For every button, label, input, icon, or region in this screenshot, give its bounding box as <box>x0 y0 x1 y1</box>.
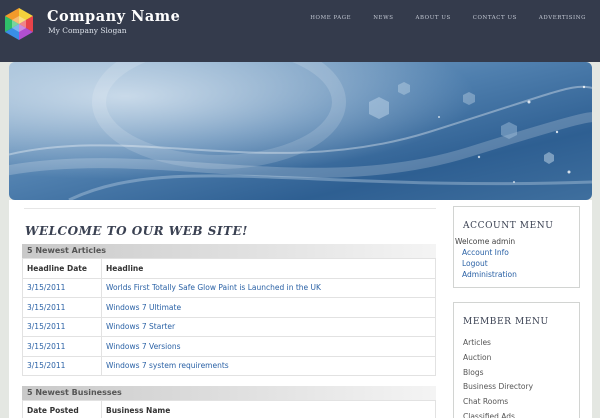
banner-image <box>9 62 592 200</box>
company-name[interactable]: Company Name <box>47 8 180 25</box>
column-header-date-posted: Date Posted <box>22 400 102 418</box>
member-link-classified-ads[interactable]: Classified Ads <box>463 410 533 418</box>
member-menu-title: Member Menu <box>463 317 549 327</box>
article-date[interactable]: 3/15/2011 <box>22 355 102 376</box>
column-header-business-name: Business Name <box>101 400 436 418</box>
articles-section-header: 5 Newest Articles <box>22 244 436 258</box>
table-header-row: Headline Date Headline <box>22 258 436 279</box>
account-links: Account Info Logout Administration <box>462 248 517 280</box>
article-date[interactable]: 3/15/2011 <box>22 297 102 318</box>
company-logo-icon[interactable] <box>3 7 35 41</box>
table-row: 3/15/2011 Windows 7 Ultimate <box>22 297 436 318</box>
main-column: Welcome to our web site! 5 Newest Articl… <box>22 208 436 418</box>
account-menu-title: Account Menu <box>463 221 554 231</box>
nav-news[interactable]: News <box>373 15 393 21</box>
page-title: Welcome to our web site! <box>25 224 248 238</box>
article-headline-link[interactable]: Windows 7 Starter <box>101 316 436 337</box>
member-menu: Member Menu Articles Auction Blogs Busin… <box>453 302 580 418</box>
nav-about-us[interactable]: About Us <box>416 15 451 21</box>
member-links: Articles Auction Blogs Business Director… <box>463 336 533 418</box>
hero-banner <box>9 62 592 200</box>
column-header-headline: Headline <box>101 258 436 279</box>
logout-link[interactable]: Logout <box>462 259 517 270</box>
member-link-chat-rooms[interactable]: Chat Rooms <box>463 395 533 410</box>
article-headline-link[interactable]: Windows 7 system requirements <box>101 355 436 376</box>
table-row: 3/15/2011 Worlds First Totally Safe Glow… <box>22 277 436 298</box>
welcome-message: Welcome admin <box>455 237 516 246</box>
main-nav: Home Page News About Us Contact Us Adver… <box>288 15 586 21</box>
nav-advertising[interactable]: Advertising <box>539 15 586 21</box>
divider <box>24 208 436 209</box>
account-menu: Account Menu Welcome admin Account Info … <box>453 206 580 288</box>
member-link-auction[interactable]: Auction <box>463 351 533 366</box>
articles-table: Headline Date Headline 3/15/2011 Worlds … <box>22 258 436 376</box>
member-link-articles[interactable]: Articles <box>463 336 533 351</box>
nav-home-page[interactable]: Home Page <box>310 15 351 21</box>
businesses-section-header: 5 Newest Businesses <box>22 386 436 400</box>
businesses-table: Date Posted Business Name <box>22 400 436 418</box>
member-link-blogs[interactable]: Blogs <box>463 366 533 381</box>
table-header-row: Date Posted Business Name <box>22 400 436 418</box>
table-row: 3/15/2011 Windows 7 Versions <box>22 336 436 357</box>
member-link-business-directory[interactable]: Business Directory <box>463 380 533 395</box>
account-info-link[interactable]: Account Info <box>462 248 517 259</box>
article-date[interactable]: 3/15/2011 <box>22 316 102 337</box>
table-row: 3/15/2011 Windows 7 Starter <box>22 316 436 337</box>
administration-link[interactable]: Administration <box>462 270 517 281</box>
nav-contact-us[interactable]: Contact Us <box>473 15 517 21</box>
article-date[interactable]: 3/15/2011 <box>22 277 102 298</box>
site-header: Company Name My Company Slogan Home Page… <box>0 0 600 62</box>
article-headline-link[interactable]: Windows 7 Ultimate <box>101 297 436 318</box>
company-slogan: My Company Slogan <box>48 26 127 35</box>
article-headline-link[interactable]: Worlds First Totally Safe Glow Paint is … <box>101 277 436 298</box>
column-header-headline-date: Headline Date <box>22 258 102 279</box>
article-headline-link[interactable]: Windows 7 Versions <box>101 336 436 357</box>
content-panel: Welcome to our web site! 5 Newest Articl… <box>9 200 592 418</box>
article-date[interactable]: 3/15/2011 <box>22 336 102 357</box>
table-row: 3/15/2011 Windows 7 system requirements <box>22 355 436 376</box>
